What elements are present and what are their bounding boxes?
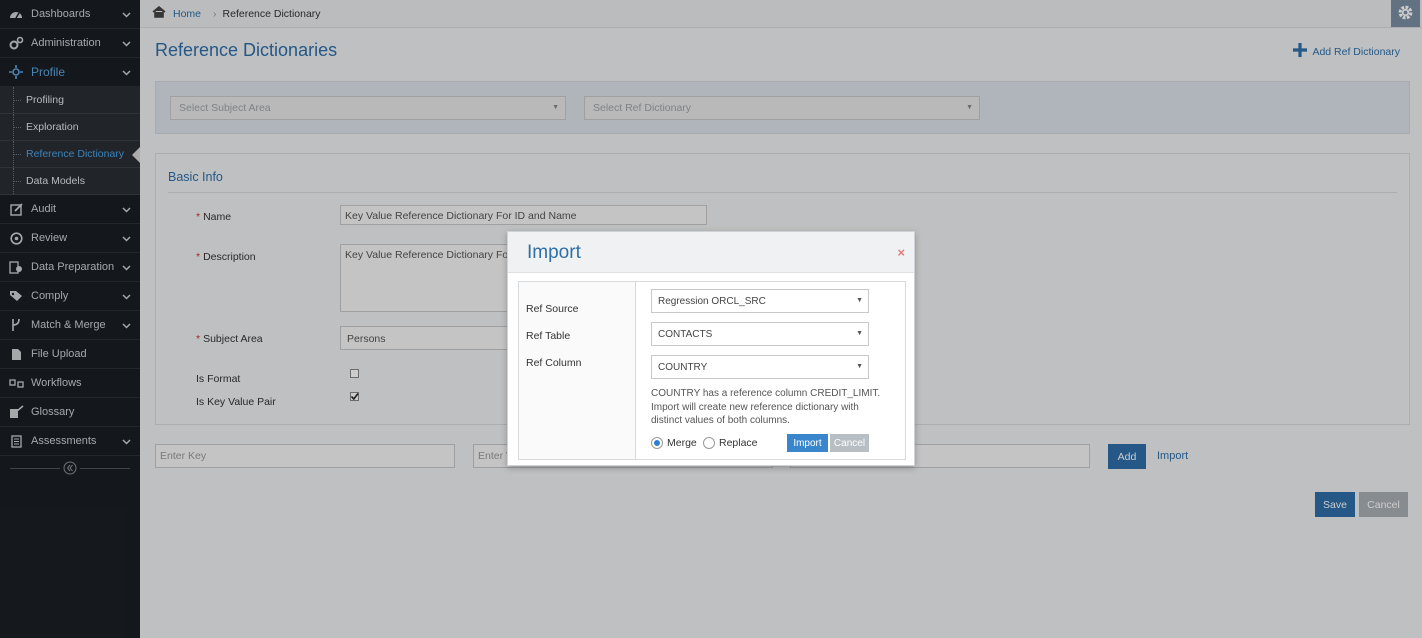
caret-down-icon: ▼ [856, 297, 863, 304]
ref-column-select[interactable]: COUNTRY ▼ [651, 355, 869, 379]
caret-down-icon: ▼ [856, 330, 863, 337]
import-modal: Import × Ref Source Ref Table Ref Column… [507, 231, 915, 466]
modal-label-column: Ref Source Ref Table Ref Column [519, 282, 636, 459]
modal-import-button[interactable]: Import [787, 434, 828, 452]
modal-body: Ref Source Ref Table Ref Column Regressi… [518, 281, 906, 460]
ref-source-label: Ref Source [526, 303, 579, 315]
replace-radio[interactable] [703, 437, 715, 449]
merge-radio[interactable] [651, 437, 663, 449]
close-icon[interactable]: × [897, 245, 905, 260]
ref-table-value: CONTACTS [658, 329, 713, 340]
modal-cancel-button[interactable]: Cancel [830, 434, 869, 452]
ref-source-value: Regression ORCL_SRC [658, 296, 766, 307]
caret-down-icon: ▼ [856, 363, 863, 370]
ref-table-label: Ref Table [526, 330, 571, 342]
ref-column-value: COUNTRY [658, 362, 708, 373]
import-note: COUNTRY has a reference column CREDIT_LI… [651, 388, 881, 426]
replace-label: Replace [719, 437, 758, 449]
modal-title: Import [527, 242, 581, 263]
ref-column-label: Ref Column [526, 357, 582, 369]
ref-source-select[interactable]: Regression ORCL_SRC ▼ [651, 289, 869, 313]
merge-label: Merge [667, 437, 697, 449]
ref-table-select[interactable]: CONTACTS ▼ [651, 322, 869, 346]
modal-header: Import × [508, 232, 914, 273]
